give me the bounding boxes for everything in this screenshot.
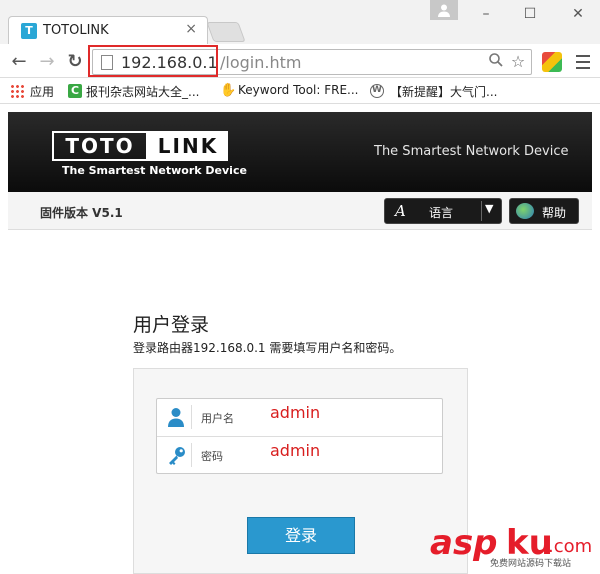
login-title: 用户登录: [133, 314, 210, 336]
bookmark-star-icon[interactable]: ☆: [508, 52, 528, 72]
totolink-favicon-icon: T: [21, 23, 37, 39]
help-label: 帮助: [542, 206, 567, 220]
browser-tab[interactable]: T TOTOLINK ×: [8, 16, 208, 44]
logo-toto: TOTO: [52, 131, 148, 161]
bookmark-magazines[interactable]: 报刊杂志网站大全_...: [86, 83, 199, 100]
tab-title: TOTOLINK: [43, 23, 109, 38]
bookmark-apps[interactable]: 应用: [30, 83, 54, 100]
svg-text:asp: asp: [430, 523, 498, 562]
back-arrow-icon[interactable]: ←: [8, 52, 30, 72]
asp-ku-watermark: asp ku .com 免费网站源码下载站: [430, 518, 598, 574]
password-field[interactable]: 密码 admin: [157, 436, 442, 473]
apps-grid-icon: [10, 84, 24, 98]
totolink-logo: TOTO LINK: [52, 131, 228, 161]
keyword-tool-icon: ✋: [220, 83, 237, 98]
browser-menu-icon[interactable]: [574, 52, 592, 72]
extension-icon[interactable]: [542, 52, 562, 72]
new-tab-button[interactable]: [206, 22, 246, 42]
green-c-icon: C: [68, 84, 82, 98]
username-label: 用户名: [201, 412, 234, 425]
user-profile-button[interactable]: [430, 0, 458, 20]
close-window-button[interactable]: ✕: [566, 4, 590, 24]
password-label: 密码: [201, 450, 223, 463]
svg-text:.com: .com: [548, 536, 592, 557]
help-button[interactable]: 帮助: [509, 198, 579, 224]
tab-close-icon[interactable]: ×: [185, 21, 197, 37]
header-slogan: The Smartest Network Device: [374, 144, 569, 159]
field-divider: [191, 405, 192, 429]
search-zoom-icon[interactable]: [486, 52, 506, 72]
help-globe-icon: [516, 203, 534, 219]
chevron-down-icon: ▼: [485, 202, 494, 215]
login-fields: 用户名 admin 密码 admin: [156, 398, 443, 474]
bookmark-keyword-tool[interactable]: Keyword Tool: FRE...: [238, 83, 359, 97]
language-icon: A: [395, 202, 406, 220]
language-label: 语言: [429, 206, 454, 220]
wordpress-icon: W: [370, 84, 384, 98]
maximize-button[interactable]: ☐: [518, 4, 542, 24]
user-icon: [168, 408, 184, 427]
login-button[interactable]: 登录: [247, 517, 355, 554]
bookmark-reminder[interactable]: 【新提醒】大气门...: [390, 83, 497, 100]
key-icon: [169, 447, 185, 465]
firmware-version: 固件版本 V5.1: [40, 206, 123, 220]
logo-tagline: The Smartest Network Device: [62, 164, 247, 177]
password-value: admin: [270, 441, 321, 460]
forward-arrow-icon[interactable]: →: [36, 52, 58, 72]
minimize-button[interactable]: –: [474, 4, 498, 24]
login-description: 登录路由器192.168.0.1 需要填写用户名和密码。: [133, 341, 402, 355]
url-highlight-box: [88, 45, 218, 77]
username-field[interactable]: 用户名 admin: [157, 399, 442, 436]
user-icon: [438, 4, 450, 17]
logo-link: LINK: [148, 131, 228, 161]
language-dropdown[interactable]: A 语言 ▼: [384, 198, 502, 224]
language-divider: [481, 201, 482, 221]
username-value: admin: [270, 403, 321, 422]
field-divider: [191, 443, 192, 467]
watermark-caption: 免费网站源码下载站: [490, 559, 572, 569]
reload-icon[interactable]: ↻: [64, 52, 86, 72]
url-path: /login.htm: [220, 53, 302, 72]
